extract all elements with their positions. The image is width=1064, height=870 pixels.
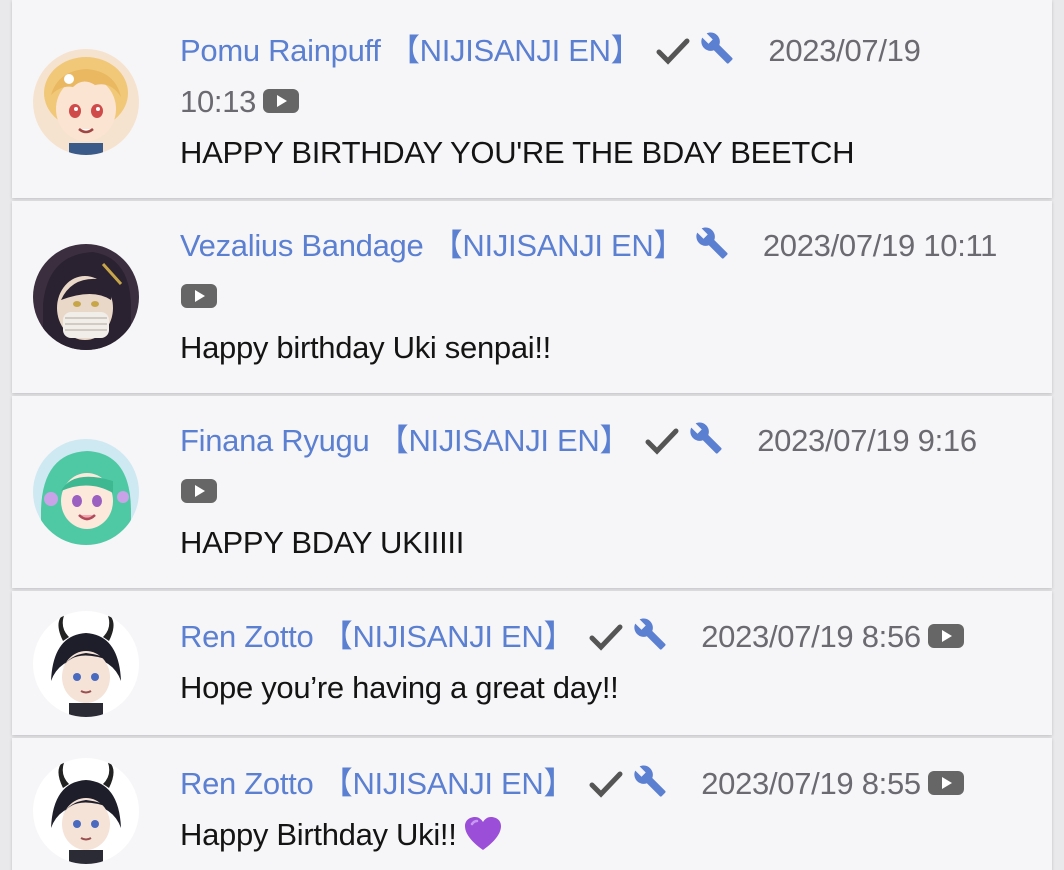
check-icon (645, 428, 679, 455)
comment-time: 10:11 (923, 228, 998, 263)
comment-card: Ren Zotto 【NIJISANJI EN】 2023/07/19 8:56… (12, 591, 1052, 735)
wrench-icon (695, 227, 728, 259)
youtube-icon[interactable] (180, 282, 218, 310)
author-tag[interactable]: 【NIJISANJI EN】 (389, 33, 642, 68)
vezalius-avatar-image (33, 244, 139, 350)
comment-message: HAPPY BDAY UKIIIII (180, 525, 465, 560)
ren-avatar-image (33, 611, 139, 717)
ren-avatar-image (33, 758, 139, 864)
youtube-icon[interactable] (927, 622, 965, 650)
purple-heart-icon (464, 817, 501, 850)
finana-avatar-image (33, 439, 139, 545)
author-tag[interactable]: 【NIJISANJI EN】 (322, 619, 575, 654)
comment-date: 2023/07/19 (701, 619, 854, 654)
comment-content: Ren Zotto 【NIJISANJI EN】 2023/07/19 8:56… (180, 611, 1036, 713)
youtube-icon[interactable] (927, 769, 965, 797)
author-name[interactable]: Ren Zotto (180, 766, 314, 801)
comment-date: 2023/07/19 (768, 33, 921, 68)
comment-message: Hope you’re having a great day!! (180, 670, 619, 705)
avatar[interactable] (33, 758, 139, 864)
author-tag[interactable]: 【NIJISANJI EN】 (378, 423, 631, 458)
comment-time: 10:13 (180, 84, 257, 119)
author-tag[interactable]: 【NIJISANJI EN】 (432, 228, 685, 263)
wrench-icon (701, 32, 733, 64)
author-name[interactable]: Finana Ryugu (180, 423, 370, 458)
avatar[interactable] (33, 244, 139, 350)
comment-content: Pomu Rainpuff 【NIJISANJI EN】 2023/07/19 … (180, 25, 1036, 178)
comment-content: Finana Ryugu 【NIJISANJI EN】 2023/07/19 9… (180, 415, 1036, 568)
check-icon (589, 624, 623, 651)
comment-content: Ren Zotto 【NIJISANJI EN】 2023/07/19 8:55… (180, 758, 1036, 860)
avatar[interactable] (33, 49, 139, 155)
avatar[interactable] (33, 611, 139, 717)
check-icon (589, 771, 623, 798)
comment-time: 8:56 (861, 619, 921, 654)
wrench-icon (690, 422, 722, 454)
youtube-icon[interactable] (262, 87, 300, 115)
wrench-icon (634, 618, 666, 650)
comment-message: HAPPY BIRTHDAY YOU'RE THE BDAY BEETCH (180, 135, 855, 170)
author-name[interactable]: Pomu Rainpuff (180, 33, 381, 68)
comment-card: Ren Zotto 【NIJISANJI EN】 2023/07/19 8:55… (12, 738, 1052, 870)
comment-message: Happy Birthday Uki!! (180, 809, 1036, 860)
comment-message: Happy birthday Uki senpai!! (180, 330, 551, 365)
comment-time: 9:16 (917, 423, 977, 458)
avatar[interactable] (33, 439, 139, 545)
comment-card: Finana Ryugu 【NIJISANJI EN】 2023/07/19 9… (12, 396, 1052, 588)
comment-date: 2023/07/19 (757, 423, 910, 458)
comment-time: 8:55 (861, 766, 921, 801)
author-tag[interactable]: 【NIJISANJI EN】 (322, 766, 575, 801)
comment-date: 2023/07/19 (762, 228, 915, 263)
comment-content: Vezalius Bandage 【NIJISANJI EN】 2023/07/… (180, 220, 1036, 373)
comment-date: 2023/07/19 (701, 766, 854, 801)
pomu-avatar-image (33, 49, 139, 155)
wrench-icon (634, 765, 666, 797)
comment-card: Pomu Rainpuff 【NIJISANJI EN】 2023/07/19 … (12, 0, 1052, 198)
author-name[interactable]: Ren Zotto (180, 619, 314, 654)
youtube-icon[interactable] (180, 477, 218, 505)
check-icon (656, 38, 690, 65)
comment-feed: Pomu Rainpuff 【NIJISANJI EN】 2023/07/19 … (0, 0, 1064, 870)
author-name[interactable]: Vezalius Bandage (180, 228, 424, 263)
comment-card: Vezalius Bandage 【NIJISANJI EN】 2023/07/… (12, 201, 1052, 393)
comment-message-text: Happy Birthday Uki!! (180, 817, 457, 852)
